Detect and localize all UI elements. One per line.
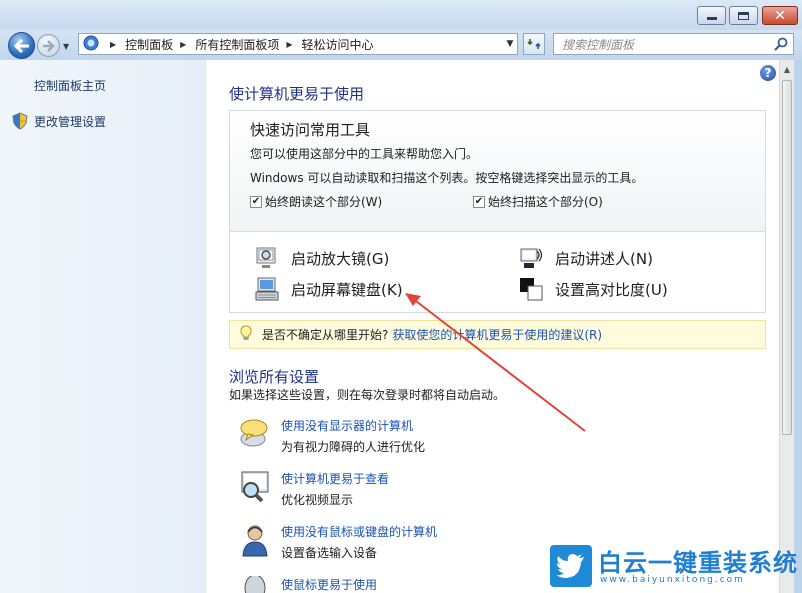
watermark-url: www.baiyunxitong.com bbox=[600, 575, 745, 585]
make-easier-to-see-link[interactable]: 使计算机更易于查看 bbox=[281, 470, 389, 487]
use-without-mouse-keyboard-link[interactable]: 使用没有鼠标或键盘的计算机 bbox=[281, 523, 437, 540]
control-panel-icon bbox=[83, 35, 99, 54]
maximize-icon bbox=[738, 11, 749, 20]
sidebar-item-change-admin-settings[interactable]: 更改管理设置 bbox=[34, 113, 106, 130]
lightbulb-icon bbox=[240, 325, 252, 344]
watermark-brand-name: 白云一键重装系统 bbox=[598, 549, 798, 577]
search-placeholder: 搜索控制面板 bbox=[562, 37, 635, 52]
close-icon: ✕ bbox=[774, 7, 786, 24]
search-icon[interactable] bbox=[773, 36, 789, 55]
magnifier-icon bbox=[255, 246, 279, 270]
content-area: 控制面板主页 更改管理设置 ? 使计算机更易于使用 快速访问常用工具 您可以使用… bbox=[0, 60, 794, 593]
always-read-label: 始终朗读这个部分(W) bbox=[265, 195, 383, 209]
address-dropdown-button[interactable]: ▼ bbox=[500, 33, 520, 55]
mouse-icon bbox=[238, 574, 272, 593]
forward-arrow-icon bbox=[43, 39, 55, 52]
monitor-magnifier-icon bbox=[238, 470, 272, 504]
start-magnifier-button[interactable]: 启动放大镜(G) bbox=[255, 246, 389, 270]
forward-button[interactable] bbox=[37, 34, 60, 57]
quick-access-panel: 快速访问常用工具 您可以使用这部分中的工具来帮助您入门。 Windows 可以自… bbox=[229, 110, 766, 313]
quick-access-title: 快速访问常用工具 bbox=[250, 121, 371, 139]
tip-bar: 是否不确定从哪里开始? 获取使您的计算机更易于使用的建议(R) bbox=[229, 320, 766, 349]
breadcrumb-control-panel[interactable]: 控制面板 bbox=[125, 36, 173, 53]
minimize-icon bbox=[706, 17, 717, 20]
sidebar-item-control-panel-home[interactable]: 控制面板主页 bbox=[34, 77, 106, 94]
back-arrow-icon bbox=[13, 38, 29, 53]
address-bar[interactable]: ▶ 控制面板 ▶ 所有控制面板项 ▶ 轻松访问中心 bbox=[78, 33, 518, 55]
always-scan-label: 始终扫描这个部分(O) bbox=[488, 195, 603, 209]
back-button[interactable] bbox=[8, 32, 35, 59]
use-without-display-link[interactable]: 使用没有显示器的计算机 bbox=[281, 417, 413, 434]
narrator-icon bbox=[519, 246, 543, 270]
start-magnifier-label: 启动放大镜(G) bbox=[291, 249, 390, 268]
scrollbar-thumb[interactable] bbox=[782, 80, 792, 435]
title-bar: ✕ bbox=[0, 0, 802, 30]
quick-access-description: 您可以使用这部分中的工具来帮助您入门。 bbox=[250, 147, 479, 161]
shield-icon bbox=[12, 112, 28, 133]
refresh-icon bbox=[527, 39, 541, 49]
maximize-button[interactable] bbox=[729, 6, 758, 25]
breadcrumb-all-items[interactable]: 所有控制面板项 bbox=[195, 36, 279, 53]
make-easier-to-see-description: 优化视频显示 bbox=[281, 493, 354, 507]
set-high-contrast-label: 设置高对比度(U) bbox=[555, 280, 668, 299]
tip-text: 是否不确定从哪里开始? bbox=[262, 328, 389, 342]
make-mouse-easier-link[interactable]: 使鼠标更易于使用 bbox=[281, 576, 377, 593]
always-scan-checkbox[interactable]: ✔ 始终扫描这个部分(O) bbox=[473, 193, 603, 210]
checkmark-icon: ✔ bbox=[473, 195, 485, 208]
set-high-contrast-button[interactable]: 设置高对比度(U) bbox=[519, 277, 668, 301]
minimize-button[interactable] bbox=[697, 6, 726, 25]
browse-settings-description: 如果选择这些设置，则在每次登录时都将自动启动。 bbox=[229, 388, 506, 402]
always-read-checkbox[interactable]: ✔ 始终朗读这个部分(W) bbox=[250, 193, 382, 210]
on-screen-keyboard-icon bbox=[255, 277, 279, 301]
get-recommendations-link[interactable]: 获取使您的计算机更易于使用的建议(R) bbox=[392, 326, 602, 343]
use-without-mouse-keyboard-description: 设置备选输入设备 bbox=[281, 546, 378, 560]
high-contrast-icon bbox=[519, 277, 543, 301]
start-narrator-label: 启动讲述人(N) bbox=[555, 249, 653, 268]
quick-access-description-scan: Windows 可以自动读取和扫描这个列表。按空格键选择突出显示的工具。 bbox=[250, 171, 644, 185]
vertical-scrollbar[interactable]: ▲ bbox=[779, 60, 794, 593]
bird-logo-icon bbox=[550, 545, 592, 587]
refresh-button[interactable] bbox=[523, 33, 545, 55]
search-input[interactable]: 搜索控制面板 bbox=[553, 33, 794, 55]
user-headset-icon bbox=[238, 523, 272, 557]
breadcrumb-separator-icon: ▶ bbox=[180, 39, 187, 49]
start-on-screen-keyboard-label: 启动屏幕键盘(K) bbox=[291, 280, 403, 299]
sidebar: 控制面板主页 更改管理设置 bbox=[0, 60, 206, 593]
start-on-screen-keyboard-button[interactable]: 启动屏幕键盘(K) bbox=[255, 277, 403, 301]
start-narrator-button[interactable]: 启动讲述人(N) bbox=[519, 246, 653, 270]
use-without-display-description: 为有视力障碍的人进行优化 bbox=[281, 440, 426, 454]
page-title: 使计算机更易于使用 bbox=[229, 85, 365, 103]
scroll-up-icon[interactable]: ▲ bbox=[780, 60, 794, 78]
quick-access-header: 快速访问常用工具 您可以使用这部分中的工具来帮助您入门。 Windows 可以自… bbox=[230, 111, 765, 232]
checkmark-icon: ✔ bbox=[250, 195, 262, 208]
recent-pages-dropdown[interactable]: ▼ bbox=[63, 42, 69, 51]
help-icon[interactable]: ? bbox=[760, 65, 776, 81]
speech-bubble-monitor-icon bbox=[238, 417, 272, 451]
watermark: 白云一键重装系统 www.baiyunxitong.com bbox=[550, 545, 798, 590]
breadcrumb-ease-of-access[interactable]: 轻松访问中心 bbox=[302, 36, 374, 53]
breadcrumb-separator-icon: ▶ bbox=[110, 39, 117, 49]
browse-settings-title: 浏览所有设置 bbox=[229, 368, 320, 386]
close-button[interactable]: ✕ bbox=[762, 6, 798, 25]
breadcrumb-separator-icon: ▶ bbox=[286, 39, 293, 49]
